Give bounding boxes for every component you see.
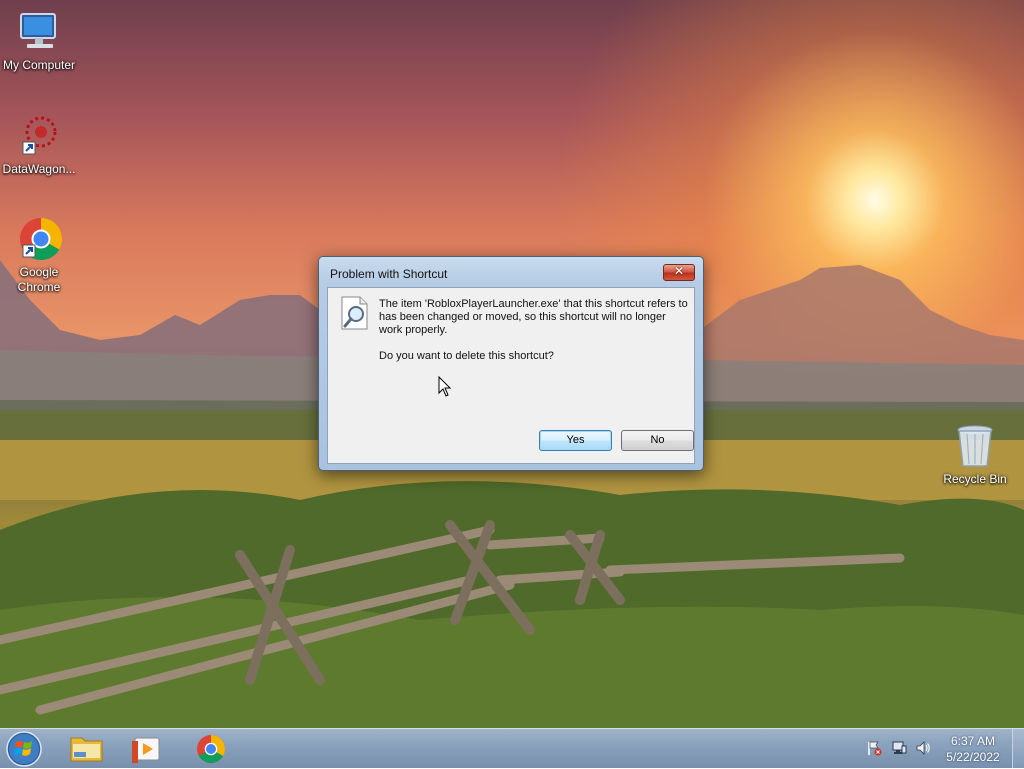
my-computer-icon (20, 13, 56, 48)
taskbar-google-chrome[interactable] (184, 732, 238, 766)
system-clock[interactable]: 6:37 AM 5/22/2022 (938, 733, 1008, 765)
desktop-icon-label: My Computer (2, 58, 76, 72)
desktop-icon-datawagon[interactable]: DataWagon... (0, 112, 79, 177)
desktop-icon-google-chrome[interactable]: Google Chrome (0, 215, 79, 295)
clock-time: 6:37 AM (950, 734, 996, 748)
dialog-body: The item 'RobloxPlayerLauncher.exe' that… (327, 287, 695, 464)
no-button[interactable]: No (621, 430, 694, 451)
desktop-icon-my-computer[interactable]: My Computer (0, 8, 79, 73)
recycle-bin-icon (957, 425, 993, 467)
dialog-question: Do you want to delete this shortcut? (379, 350, 554, 362)
yes-button[interactable]: Yes (539, 430, 612, 451)
start-orb[interactable] (5, 730, 43, 768)
desktop-icon-label: Google Chrome (17, 265, 61, 294)
volume-icon[interactable] (915, 740, 931, 756)
taskbar: 6:37 AM 5/22/2022 (0, 728, 1024, 768)
clock-date: 5/22/2022 (946, 750, 1000, 764)
desktop[interactable]: My Computer DataWagon... Google Chrome R… (0, 0, 1024, 728)
desktop-icon-label: DataWagon... (2, 162, 76, 176)
desktop-icon-label: Recycle Bin (943, 472, 1007, 486)
chrome-shortcut-icon (19, 218, 63, 261)
chrome-icon (197, 735, 225, 763)
file-explorer-icon (70, 737, 103, 762)
taskbar-media-player[interactable] (120, 732, 174, 766)
taskbar-file-explorer[interactable] (60, 732, 114, 766)
dialog-message: The item 'RobloxPlayerLauncher.exe' that… (379, 298, 688, 336)
dialog-title: Problem with Shortcut (330, 267, 448, 281)
dialog-title-bar[interactable]: Problem with Shortcut ✕ (319, 257, 703, 287)
show-desktop-button[interactable] (1012, 729, 1024, 768)
desktop-icon-recycle-bin[interactable]: Recycle Bin (935, 422, 1015, 487)
close-button[interactable]: ✕ (663, 264, 695, 281)
media-player-icon (132, 737, 160, 763)
document-magnifier-icon (341, 296, 368, 330)
action-center-flag-icon[interactable] (866, 740, 882, 756)
datawagon-shortcut-icon (22, 116, 57, 155)
problem-with-shortcut-dialog[interactable]: Problem with Shortcut ✕ The item 'Roblox… (318, 256, 704, 471)
mouse-pointer-icon (438, 376, 452, 397)
network-icon[interactable] (891, 740, 907, 756)
close-icon: ✕ (673, 264, 685, 278)
